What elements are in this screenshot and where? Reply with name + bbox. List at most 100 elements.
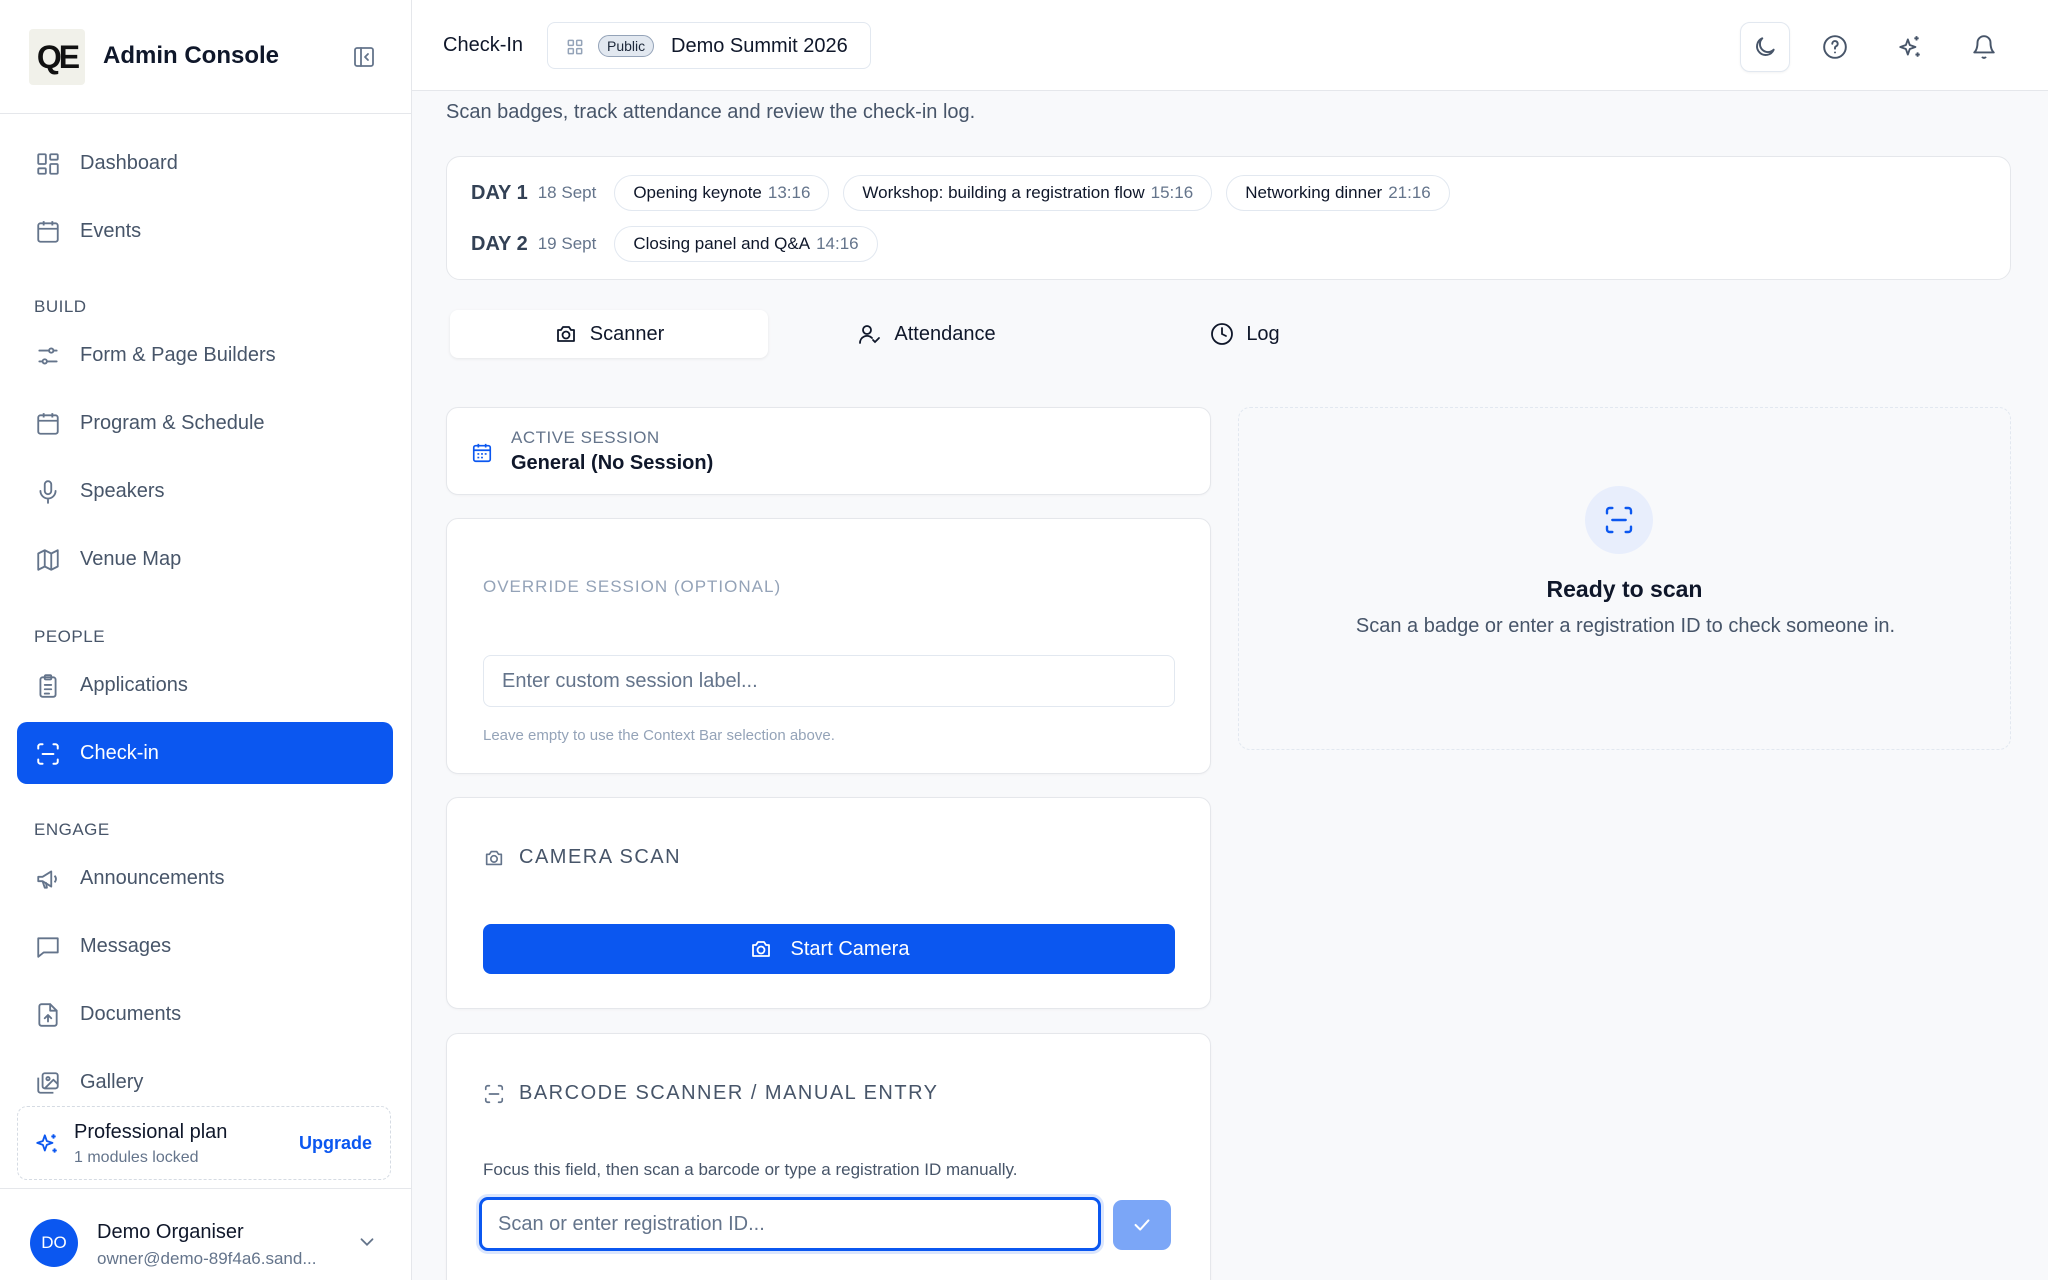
grid-icon (565, 37, 585, 57)
event-name: Demo Summit 2026 (671, 35, 848, 57)
plan-title: Professional plan (74, 1121, 228, 1143)
sidebar-item-label: Announcements (80, 867, 225, 889)
status-badge: Public (598, 35, 655, 57)
barcode-entry-hint: Focus this field, then scan a barcode or… (483, 1160, 1018, 1179)
day-label: DAY 2 (471, 232, 528, 255)
brand-header: QE Admin Console (0, 0, 411, 114)
user-menu[interactable]: DO Demo Organiser owner@demo-89f4a6.sand… (0, 1188, 411, 1280)
sidebar-item-events[interactable]: Events (17, 200, 393, 262)
chevron-down-icon[interactable] (356, 1231, 378, 1253)
grid-icon (35, 151, 61, 177)
calendar-icon (35, 219, 61, 245)
sidebar-item-applications[interactable]: Applications (17, 654, 393, 716)
clock-icon (1210, 322, 1234, 346)
section-label-engage: ENGAGE (34, 820, 110, 839)
clipboard-icon (35, 673, 61, 699)
day-date: 19 Sept (537, 234, 597, 253)
ready-title: Ready to scan (1546, 576, 1703, 602)
sidebar-item-messages[interactable]: Messages (17, 915, 393, 977)
tab-attendance[interactable]: Attendance (768, 310, 1086, 358)
section-label-people: PEOPLE (34, 627, 106, 646)
override-session-hint: Leave empty to use the Context Bar selec… (483, 727, 835, 744)
sidebar-item-venue-map[interactable]: Venue Map (17, 528, 393, 590)
session-pill[interactable]: Closing panel and Q&A 14:16 (614, 226, 878, 262)
sidebar-item-label: Dashboard (80, 152, 178, 174)
sidebar-item-documents[interactable]: Documents (17, 983, 393, 1045)
sidebar-item-speakers[interactable]: Speakers (17, 460, 393, 522)
sidebar-item-form-page-builders[interactable]: Form & Page Builders (17, 324, 393, 386)
ai-assistant-button[interactable] (1885, 22, 1935, 72)
submit-checkin-button[interactable] (1113, 1200, 1171, 1250)
section-label-build: BUILD (34, 297, 87, 316)
message-icon (35, 934, 61, 960)
camera-icon (554, 322, 578, 346)
notifications-button[interactable] (1959, 22, 2009, 72)
active-session-label: ACTIVE SESSION (511, 428, 660, 447)
sidebar-item-dashboard[interactable]: Dashboard (17, 132, 393, 194)
tab-scanner[interactable]: Scanner (450, 310, 768, 358)
top-header: Check-In Public Demo Summit 2026 (412, 0, 2048, 91)
session-pill[interactable]: Networking dinner 21:16 (1226, 175, 1450, 211)
bell-icon (1971, 34, 1997, 60)
sidebar-item-label: Program & Schedule (80, 412, 265, 434)
camera-scan-header: CAMERA SCAN (483, 846, 681, 869)
barcode-entry-title: BARCODE SCANNER / MANUAL ENTRY (519, 1082, 939, 1104)
session-pill[interactable]: Opening keynote 13:16 (614, 175, 830, 211)
ready-text: Scan a badge or enter a registration ID … (1355, 615, 1896, 637)
session-name: Closing panel and Q&A (633, 234, 811, 253)
tab-label: Log (1246, 322, 1280, 345)
sidebar-item-label: Events (80, 220, 142, 242)
calendar-icon (35, 411, 61, 437)
session-pill[interactable]: Workshop: building a registration flow 1… (843, 175, 1213, 211)
active-session-value: General (No Session) (511, 452, 714, 474)
sidebar-item-announcements[interactable]: Announcements (17, 847, 393, 909)
session-time: 21:16 (1388, 183, 1431, 202)
sparkles-icon (34, 1131, 60, 1157)
user-check-icon (858, 322, 882, 346)
override-session-label: OVERRIDE SESSION (OPTIONAL) (483, 577, 782, 596)
context-bar: DAY 1 18 Sept Opening keynote 13:16 Work… (446, 156, 2011, 280)
sliders-icon (35, 343, 61, 369)
sidebar-item-label: Applications (80, 674, 188, 696)
registration-id-input[interactable] (479, 1197, 1101, 1251)
plan-subtitle: 1 modules locked (74, 1149, 199, 1166)
tab-label: Scanner (589, 322, 665, 345)
upgrade-link[interactable]: Upgrade (299, 1133, 372, 1154)
event-selector[interactable]: Public Demo Summit 2026 (547, 22, 871, 69)
help-button[interactable] (1810, 22, 1860, 72)
camera-scan-card: CAMERA SCAN Start Camera (446, 797, 1211, 1009)
sidebar-item-label: Speakers (80, 480, 165, 502)
sidebar-item-check-in[interactable]: Check-in (17, 722, 393, 784)
sidebar-item-gallery[interactable]: Gallery (17, 1051, 393, 1113)
collapse-sidebar-icon[interactable] (352, 45, 376, 69)
sparkles-icon (1897, 34, 1923, 60)
app-logo[interactable]: QE (29, 29, 85, 85)
theme-toggle-button[interactable] (1740, 22, 1790, 72)
images-icon (35, 1070, 61, 1096)
document-icon (35, 1002, 61, 1028)
user-name: Demo Organiser (97, 1221, 244, 1243)
tab-label: Attendance (894, 322, 996, 345)
session-time: 14:16 (816, 234, 859, 253)
scan-result-panel: Ready to scan Scan a badge or enter a re… (1238, 407, 2011, 750)
checkin-tabs: Scanner Attendance Log (446, 310, 1412, 358)
breadcrumb: Check-In (443, 34, 524, 56)
moon-icon (1752, 34, 1778, 60)
avatar: DO (30, 1219, 78, 1267)
session-name: Opening keynote (633, 183, 762, 202)
sidebar-item-label: Check-in (80, 742, 159, 764)
sidebar-item-label: Form & Page Builders (80, 344, 276, 366)
session-time: 13:16 (767, 183, 811, 202)
tab-log[interactable]: Log (1086, 310, 1404, 358)
day-row: DAY 1 18 Sept Opening keynote 13:16 Work… (471, 175, 1450, 211)
barcode-entry-card: BARCODE SCANNER / MANUAL ENTRY Focus thi… (446, 1033, 1211, 1280)
user-email: owner@demo-89f4a6.sand... (97, 1249, 317, 1268)
sidebar: QE Admin Console Dashboard Events BUILD … (0, 0, 412, 1280)
page-subtitle: Scan badges, track attendance and review… (446, 101, 976, 123)
override-session-card: OVERRIDE SESSION (OPTIONAL) Leave empty … (446, 518, 1211, 774)
start-camera-button[interactable]: Start Camera (483, 924, 1175, 974)
session-name: Networking dinner (1245, 183, 1383, 202)
override-session-input[interactable] (483, 655, 1175, 707)
sidebar-item-program-schedule[interactable]: Program & Schedule (17, 392, 393, 454)
scan-icon (483, 1083, 505, 1105)
